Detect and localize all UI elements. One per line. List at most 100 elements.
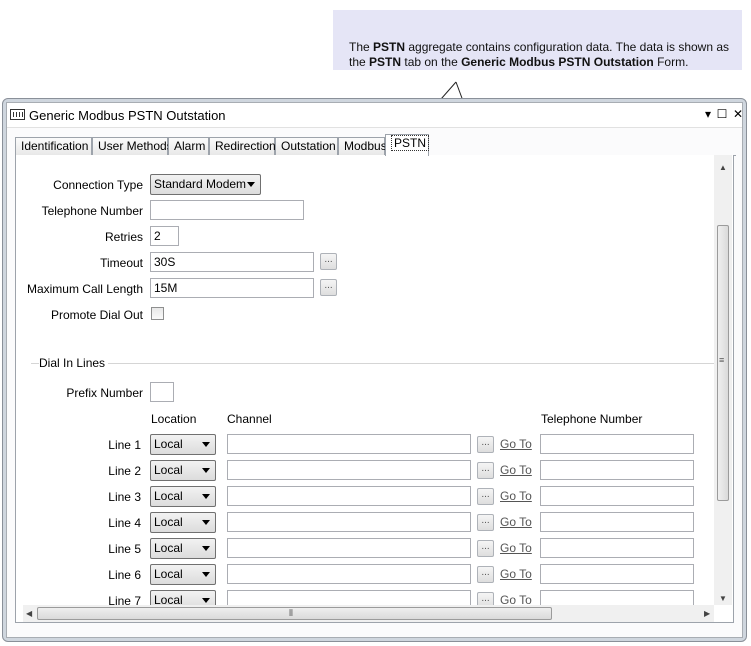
title-bar: Generic Modbus PSTN Outstation ▾ ☐ ✕ (7, 103, 745, 128)
tab-pstn[interactable]: PSTN (385, 134, 430, 156)
telephone-number-label: Telephone Number (41, 204, 143, 218)
line-label: Line 1 (108, 438, 141, 452)
channel-header: Channel (227, 412, 272, 426)
line-channel-browse-button[interactable]: ... (477, 566, 494, 583)
grip-icon: ⦀ (289, 608, 293, 618)
chevron-down-icon (202, 598, 210, 603)
tab-identification[interactable]: Identification (15, 137, 92, 155)
scroll-right-icon[interactable]: ▶ (704, 610, 710, 618)
line-label: Line 4 (108, 516, 141, 530)
retries-label: Retries (104, 230, 143, 244)
line-location-combo[interactable]: Local (150, 564, 216, 585)
line-location-value: Local (154, 515, 183, 529)
line-label: Line 2 (108, 464, 141, 478)
window-title: Generic Modbus PSTN Outstation (29, 108, 226, 123)
telephone-header: Telephone Number (541, 412, 643, 426)
telephone-number-field[interactable] (150, 200, 304, 220)
timeout-label: Timeout (100, 256, 143, 270)
line-telephone-field[interactable] (540, 538, 694, 558)
prefix-number-label: Prefix Number (66, 386, 143, 400)
line-channel-field[interactable] (227, 460, 471, 480)
modbus-outstation-icon (10, 109, 25, 120)
chevron-down-icon (202, 546, 210, 551)
maximize-icon[interactable]: ☐ (715, 106, 729, 122)
line-telephone-field[interactable] (540, 486, 694, 506)
line-location-value: Local (154, 567, 183, 581)
line-location-combo[interactable]: Local (150, 434, 216, 455)
line-label: Line 5 (108, 542, 141, 556)
chevron-down-icon (202, 494, 210, 499)
window-menu-dropdown-icon[interactable]: ▾ (701, 106, 715, 122)
chevron-down-icon (202, 442, 210, 447)
tab-strip: Identification User Methods Alarm Redire… (15, 134, 736, 156)
connection-type-combo[interactable]: Standard Modem (150, 174, 261, 195)
line-location-combo[interactable]: Local (150, 512, 216, 533)
line-telephone-field[interactable] (540, 460, 694, 480)
vertical-scrollbar[interactable]: ▲ ≡ ▼ (714, 155, 732, 605)
horizontal-scrollbar[interactable]: ◀ ⦀ ▶ (23, 605, 714, 622)
line-location-combo[interactable]: Local (150, 486, 216, 507)
tab-redirection[interactable]: Redirection (209, 137, 276, 155)
line-channel-field[interactable] (227, 564, 471, 584)
chevron-down-icon (202, 468, 210, 473)
line-channel-browse-button[interactable]: ... (477, 514, 494, 531)
line-label: Line 6 (108, 568, 141, 582)
line-location-value: Local (154, 541, 183, 555)
group-divider (31, 363, 716, 364)
tab-modbus[interactable]: Modbus (338, 137, 387, 155)
line-goto-link[interactable]: Go To (500, 515, 532, 529)
line-channel-browse-button[interactable]: ... (477, 436, 494, 453)
promote-dial-out-label: Promote Dial Out (50, 308, 143, 322)
line-telephone-field[interactable] (540, 512, 694, 532)
pstn-panel: Connection Type Standard Modem Telephone… (15, 155, 734, 623)
line-goto-link[interactable]: Go To (500, 437, 532, 451)
annotation-callout: The PSTN aggregate contains configuratio… (333, 10, 742, 70)
line-label: Line 3 (108, 490, 141, 504)
line-channel-field[interactable] (227, 434, 471, 454)
line-channel-field[interactable] (227, 538, 471, 558)
grip-icon: ≡ (719, 355, 725, 365)
line-channel-field[interactable] (227, 486, 471, 506)
scroll-up-icon[interactable]: ▲ (719, 164, 727, 172)
chevron-down-icon (202, 572, 210, 577)
annotation-text: The PSTN aggregate contains configuratio… (349, 40, 730, 69)
tab-alarm[interactable]: Alarm (168, 137, 209, 155)
line-location-value: Local (154, 463, 183, 477)
vertical-scroll-thumb[interactable]: ≡ (717, 225, 729, 501)
line-channel-browse-button[interactable]: ... (477, 462, 494, 479)
retries-field[interactable]: 2 (150, 226, 179, 246)
chevron-down-icon (202, 520, 210, 525)
tab-outstation[interactable]: Outstation (275, 137, 338, 155)
scroll-left-icon[interactable]: ◀ (26, 610, 32, 618)
tab-user-methods[interactable]: User Methods (92, 137, 173, 155)
dial-in-lines-label: Dial In Lines (39, 356, 109, 370)
line-goto-link[interactable]: Go To (500, 567, 532, 581)
line-channel-browse-button[interactable]: ... (477, 488, 494, 505)
timeout-field[interactable]: 30S (150, 252, 314, 272)
close-icon[interactable]: ✕ (731, 106, 745, 122)
line-channel-browse-button[interactable]: ... (477, 540, 494, 557)
form-window: Generic Modbus PSTN Outstation ▾ ☐ ✕ Ide… (2, 98, 747, 642)
max-call-length-field[interactable]: 15M (150, 278, 314, 298)
connection-type-label: Connection Type (53, 178, 143, 192)
line-channel-field[interactable] (227, 512, 471, 532)
timeout-browse-button[interactable]: ... (320, 253, 337, 270)
prefix-number-field[interactable] (150, 382, 174, 402)
line-goto-link[interactable]: Go To (500, 463, 532, 477)
line-goto-link[interactable]: Go To (500, 541, 532, 555)
line-telephone-field[interactable] (540, 434, 694, 454)
line-location-combo[interactable]: Local (150, 538, 216, 559)
line-telephone-field[interactable] (540, 564, 694, 584)
promote-dial-out-checkbox[interactable] (151, 307, 164, 320)
line-goto-link[interactable]: Go To (500, 489, 532, 503)
horizontal-scroll-thumb[interactable]: ⦀ (37, 607, 552, 620)
line-location-value: Local (154, 489, 183, 503)
chevron-down-icon (247, 182, 255, 187)
connection-type-value: Standard Modem (154, 177, 247, 191)
scroll-down-icon[interactable]: ▼ (719, 595, 727, 603)
line-location-combo[interactable]: Local (150, 460, 216, 481)
max-call-length-browse-button[interactable]: ... (320, 279, 337, 296)
max-call-length-label: Maximum Call Length (26, 282, 143, 296)
line-location-value: Local (154, 437, 183, 451)
location-header: Location (151, 412, 197, 426)
